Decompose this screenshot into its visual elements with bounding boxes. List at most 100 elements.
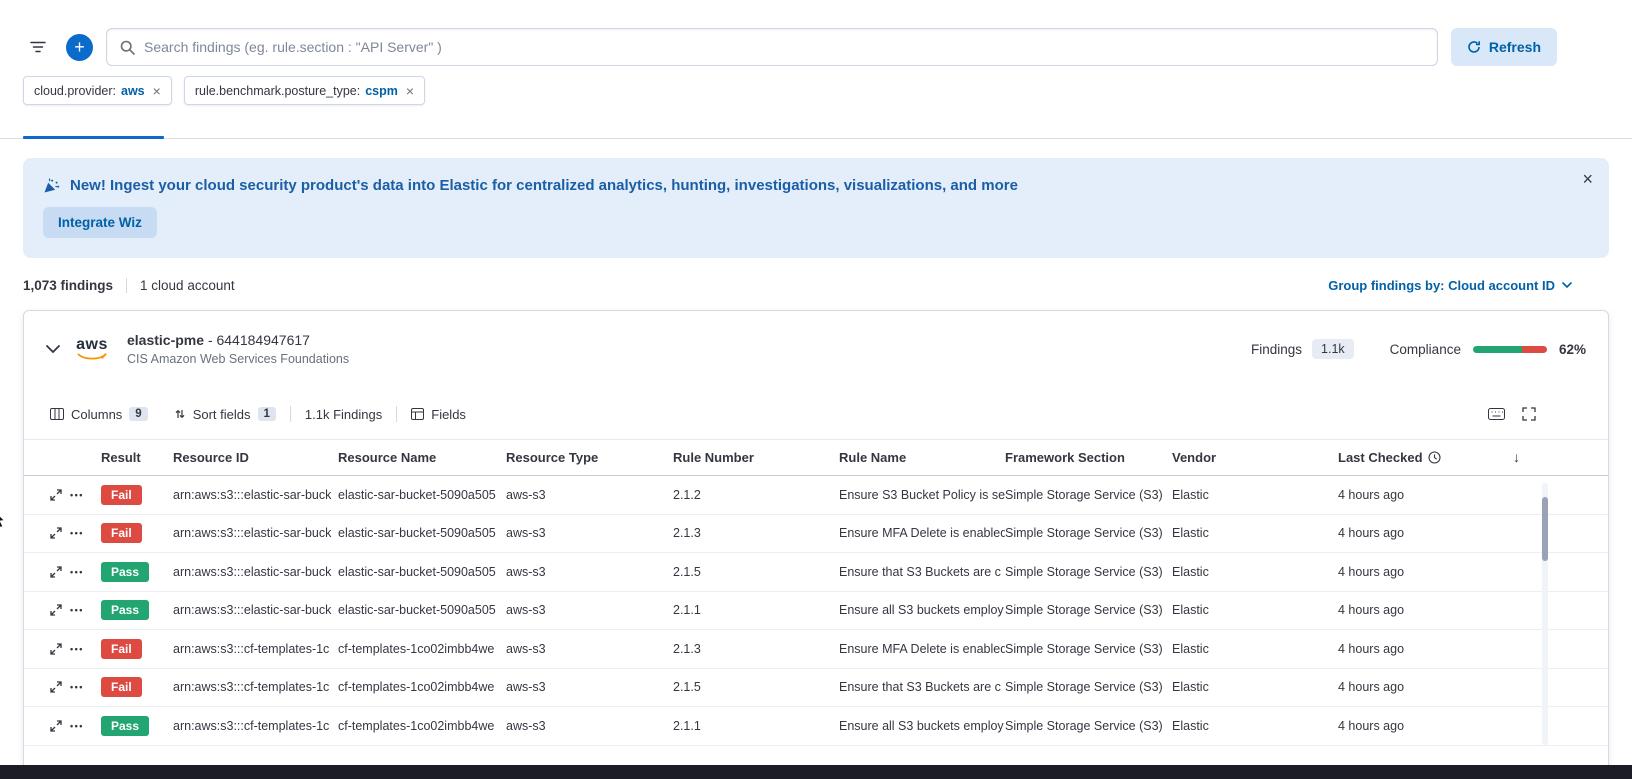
cell-result: Fail: [101, 677, 173, 697]
filter-pill-cloud-provider[interactable]: cloud.provider: aws ×: [23, 76, 172, 105]
result-badge: Fail: [101, 523, 142, 543]
cell-resource-type: aws-s3: [506, 642, 673, 656]
cell-resource-id: arn:aws:s3:::cf-templates-1c: [173, 719, 338, 733]
keyboard-shortcuts-icon[interactable]: [1488, 408, 1505, 420]
result-badge: Fail: [101, 485, 142, 505]
expand-finding-icon[interactable]: [50, 604, 62, 616]
expand-finding-icon[interactable]: [50, 681, 62, 693]
expand-finding-icon[interactable]: [50, 527, 62, 539]
account-findings-card: aws elastic-pme - 644184947617 CIS Amazo…: [23, 310, 1609, 779]
cell-rule-number: 2.1.5: [673, 680, 839, 694]
pill-field-label: cloud.provider:: [34, 84, 116, 98]
cell-resource-name: elastic-sar-bucket-5090a505: [338, 565, 506, 579]
header-last-checked[interactable]: Last Checked: [1338, 450, 1508, 465]
columns-button[interactable]: Columns 9: [50, 407, 148, 422]
header-rule-number[interactable]: Rule Number: [673, 450, 839, 465]
row-actions-icon[interactable]: •••: [70, 605, 84, 615]
cell-framework-section: Simple Storage Service (S3): [1005, 565, 1172, 579]
cell-resource-id: arn:aws:s3:::cf-templates-1c: [173, 642, 338, 656]
integrate-wiz-button[interactable]: Integrate Wiz: [43, 207, 157, 238]
sort-fields-button[interactable]: Sort fields 1: [174, 407, 276, 422]
expand-finding-icon[interactable]: [50, 489, 62, 501]
cell-resource-name: elastic-sar-bucket-5090a505: [338, 526, 506, 540]
tabs-divider: [0, 138, 1632, 139]
row-actions-icon[interactable]: •••: [70, 490, 84, 500]
grid-toolbar-right: [1488, 407, 1582, 421]
cell-resource-id: arn:aws:s3:::elastic-sar-buck: [173, 565, 338, 579]
fields-icon: [411, 408, 424, 420]
table-row: ••• Pass arn:aws:s3:::elastic-sar-buck e…: [24, 592, 1608, 631]
search-input[interactable]: [144, 39, 1424, 55]
cell-framework-section: Simple Storage Service (S3): [1005, 642, 1172, 656]
header-result[interactable]: Result: [101, 450, 173, 465]
cell-resource-type: aws-s3: [506, 603, 673, 617]
header-vendor[interactable]: Vendor: [1172, 450, 1338, 465]
cell-resource-id: arn:aws:s3:::elastic-sar-buck: [173, 488, 338, 502]
cell-rule-name: Ensure all S3 buckets employ: [839, 719, 1005, 733]
expand-finding-icon[interactable]: [50, 720, 62, 732]
cell-last-checked: 4 hours ago: [1338, 680, 1508, 694]
filter-button[interactable]: [23, 32, 53, 62]
header-resource-type[interactable]: Resource Type: [506, 450, 673, 465]
row-actions-icon[interactable]: •••: [70, 682, 84, 692]
row-actions-icon[interactable]: •••: [70, 528, 84, 538]
header-framework-section[interactable]: Framework Section: [1005, 450, 1172, 465]
cell-resource-name: elastic-sar-bucket-5090a505: [338, 603, 506, 617]
header-rule-name[interactable]: Rule Name: [839, 450, 1005, 465]
row-controls: •••: [50, 527, 101, 539]
close-banner-icon[interactable]: ×: [1582, 170, 1593, 188]
cell-vendor: Elastic: [1172, 680, 1338, 694]
cell-vendor: Elastic: [1172, 565, 1338, 579]
cell-framework-section: Simple Storage Service (S3): [1005, 603, 1172, 617]
table-row: ••• Fail arn:aws:s3:::elastic-sar-buck e…: [24, 476, 1608, 515]
filter-icon: [30, 41, 46, 53]
sort-direction-icon[interactable]: ↓: [1513, 449, 1520, 465]
row-actions-icon[interactable]: •••: [70, 567, 84, 577]
table-scrollbar[interactable]: [1542, 497, 1548, 561]
cell-vendor: Elastic: [1172, 488, 1338, 502]
aws-logo: aws: [75, 337, 109, 362]
bottom-bar: [0, 765, 1632, 779]
search-controls: + Refresh: [23, 28, 1557, 66]
collapse-accordion-icon[interactable]: [46, 345, 60, 353]
fields-button[interactable]: Fields: [411, 407, 466, 422]
sort-fields-count-badge: 1: [258, 407, 276, 421]
header-resource-name[interactable]: Resource Name: [338, 450, 506, 465]
account-accordion-header: aws elastic-pme - 644184947617 CIS Amazo…: [24, 311, 1608, 387]
header-resource-id[interactable]: Resource ID: [173, 450, 338, 465]
cell-vendor: Elastic: [1172, 642, 1338, 656]
cell-rule-name: Ensure all S3 buckets employ: [839, 603, 1005, 617]
remove-filter-icon[interactable]: ×: [153, 84, 161, 98]
result-badge: Pass: [101, 600, 149, 620]
cell-rule-name: Ensure MFA Delete is enabled: [839, 642, 1005, 656]
remove-filter-icon[interactable]: ×: [406, 84, 414, 98]
mouse-cursor: [0, 510, 8, 530]
chevron-down-icon: [1562, 282, 1572, 288]
cell-vendor: Elastic: [1172, 603, 1338, 617]
cheer-icon: [43, 178, 60, 194]
row-controls: •••: [50, 604, 101, 616]
row-actions-icon[interactable]: •••: [70, 721, 84, 731]
cell-last-checked: 4 hours ago: [1338, 719, 1508, 733]
expand-finding-icon[interactable]: [50, 566, 62, 578]
fullscreen-icon[interactable]: [1522, 407, 1536, 421]
filter-pill-posture-type[interactable]: rule.benchmark.posture_type: cspm ×: [184, 76, 425, 105]
cell-rule-number: 2.1.3: [673, 642, 839, 656]
row-actions-icon[interactable]: •••: [70, 644, 84, 654]
cloud-security-findings-page: + Refresh cloud.provider: aws: [0, 0, 1632, 779]
search-icon: [120, 40, 135, 55]
group-by-selector[interactable]: Group findings by: Cloud account ID: [1328, 278, 1572, 293]
add-filter-button[interactable]: +: [66, 34, 93, 61]
cell-framework-section: Simple Storage Service (S3): [1005, 680, 1172, 694]
expand-finding-icon[interactable]: [50, 643, 62, 655]
refresh-button[interactable]: Refresh: [1451, 28, 1557, 66]
cell-resource-name: elastic-sar-bucket-5090a505: [338, 488, 506, 502]
row-controls: •••: [50, 720, 101, 732]
cell-result: Pass: [101, 562, 173, 582]
table-body: ••• Fail arn:aws:s3:::elastic-sar-buck e…: [24, 476, 1608, 746]
fields-label: Fields: [431, 407, 466, 422]
row-controls: •••: [50, 643, 101, 655]
cell-rule-name: Ensure S3 Bucket Policy is se: [839, 488, 1005, 502]
findings-count-badge: 1.1k: [1312, 339, 1354, 359]
cell-rule-number: 2.1.1: [673, 603, 839, 617]
